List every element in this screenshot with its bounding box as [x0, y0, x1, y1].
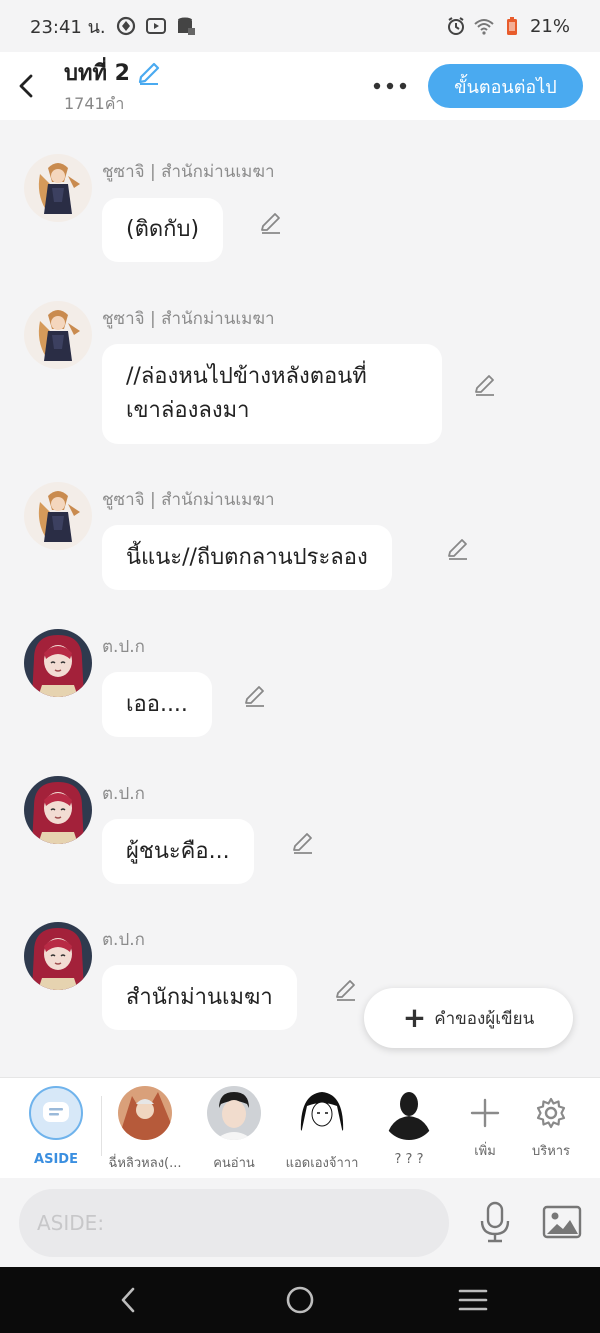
back-icon: [19, 74, 33, 98]
message-text: //ล่องหนไปข้างหลังตอนที่: [126, 364, 367, 389]
vpn-icon: [116, 16, 135, 36]
youtube-icon: [145, 18, 166, 34]
wifi-icon: [474, 19, 494, 35]
author-note-button[interactable]: + คำของผู้เขียน: [364, 988, 573, 1048]
avatar[interactable]: [24, 482, 92, 550]
mic-button[interactable]: [474, 1198, 516, 1246]
avatar[interactable]: [24, 776, 92, 844]
more-icon: [373, 82, 407, 90]
manage-button[interactable]: บริหาร: [506, 1086, 596, 1161]
author-note-label: คำของผู้เขียน: [434, 1008, 535, 1029]
status-left: 23:41 น.: [30, 12, 196, 41]
character-label: แอดเองจ้าาา: [285, 1156, 359, 1171]
character-avatar: [118, 1086, 172, 1140]
nav-home-icon: [286, 1286, 314, 1314]
next-step-button[interactable]: ขั้นตอนต่อไป: [428, 64, 583, 108]
battery-percent: 21%: [529, 15, 570, 37]
character-avatar: [295, 1086, 349, 1140]
plus-icon: [470, 1098, 500, 1128]
status-right: 21%: [446, 16, 570, 37]
sender-name: ต.ป.ก: [102, 784, 145, 804]
sender-name: ต.ป.ก: [102, 930, 145, 950]
character-item[interactable]: แอดเองจ้าาา: [277, 1086, 367, 1173]
battery-icon: [506, 17, 517, 35]
avatar[interactable]: [24, 629, 92, 697]
status-bar: 23:41 น. 21%: [0, 0, 600, 52]
word-count: 1741คำ: [64, 94, 125, 113]
chat-list[interactable]: ชูซาจิ | สำนักม่านเมฆา (ติดกับ) ชูซาจิ |…: [0, 120, 600, 1077]
edit-icon[interactable]: [445, 536, 471, 562]
character-label: ? ? ?: [394, 1152, 424, 1167]
edit-icon[interactable]: [242, 683, 268, 709]
message-text: นี้แนะ//ถีบตกลานประลอง: [126, 544, 368, 570]
character-avatar: [207, 1086, 261, 1140]
image-button[interactable]: [540, 1202, 584, 1242]
edit-icon[interactable]: [472, 372, 498, 398]
gear-icon: [536, 1097, 566, 1129]
character-avatar: [382, 1086, 436, 1140]
aside-avatar: [29, 1086, 83, 1140]
gear-icon-wrap: [524, 1086, 578, 1140]
nav-home-button[interactable]: [280, 1283, 320, 1317]
storage-icon: [177, 17, 195, 35]
mic-icon: [480, 1201, 510, 1243]
plus-icon: +: [402, 1001, 427, 1034]
message-text: สำนักม่านเมฆา: [126, 984, 273, 1010]
character-item[interactable]: คนอ่าน: [189, 1086, 279, 1173]
sender-name: ชูซาจิ | สำนักม่านเมฆา: [102, 162, 275, 182]
character-label: เพิ่ม: [474, 1144, 496, 1159]
header: บทที่ 2 1741คำ ขั้นตอนต่อไป: [0, 52, 600, 120]
message-bubble[interactable]: สำนักม่านเมฆา: [102, 965, 297, 1030]
avatar[interactable]: [24, 301, 92, 369]
character-item[interactable]: ฉี่หลิวหลง(...: [100, 1086, 190, 1173]
sender-name: ต.ป.ก: [102, 637, 145, 657]
nav-back-button[interactable]: [108, 1283, 148, 1317]
input-area: [0, 1178, 600, 1267]
nav-recents-icon: [458, 1289, 488, 1311]
message-bubble[interactable]: เออ....: [102, 672, 212, 737]
character-label: คนอ่าน: [213, 1156, 255, 1171]
message-bubble[interactable]: นี้แนะ//ถีบตกลานประลอง: [102, 525, 392, 590]
image-icon: [542, 1205, 582, 1239]
sender-name: ชูซาจิ | สำนักม่านเมฆา: [102, 490, 275, 510]
message-text: (ติดกับ): [126, 217, 200, 242]
alarm-icon: [447, 17, 464, 35]
pencil-icon[interactable]: [136, 60, 162, 86]
character-bar: ASIDE ฉี่หลิวหลง(... คนอ่าน แอดเองจ้าาา …: [0, 1077, 600, 1178]
sender-name: ชูซาจิ | สำนักม่านเมฆา: [102, 309, 275, 329]
message-bubble[interactable]: //ล่องหนไปข้างหลังตอนที่ เขาล่องลงมา: [102, 344, 442, 444]
more-button[interactable]: [368, 68, 412, 104]
chapter-title[interactable]: บทที่ 2: [64, 55, 130, 90]
nav-recents-button[interactable]: [453, 1283, 493, 1317]
message-text: ผู้ชนะคือ...: [126, 838, 230, 864]
status-time: 23:41 น.: [30, 16, 106, 38]
title-row: บทที่ 2: [64, 55, 162, 90]
chat-bubble-icon: [43, 1102, 69, 1122]
character-label: บริหาร: [531, 1144, 571, 1159]
message-bubble[interactable]: ผู้ชนะคือ...: [102, 819, 254, 884]
edit-icon[interactable]: [333, 977, 359, 1003]
edit-icon[interactable]: [290, 830, 316, 856]
edit-icon[interactable]: [258, 210, 284, 236]
character-label: ฉี่หลิวหลง(...: [108, 1156, 182, 1171]
avatar[interactable]: [24, 922, 92, 990]
message-text: เออ....: [126, 691, 188, 717]
nav-back-icon: [121, 1287, 135, 1313]
message-bubble[interactable]: (ติดกับ): [102, 198, 224, 262]
navigation-bar: [0, 1267, 600, 1333]
character-aside[interactable]: ASIDE: [11, 1086, 101, 1167]
character-label: ASIDE: [34, 1152, 78, 1167]
message-input[interactable]: [19, 1189, 449, 1257]
back-button[interactable]: [0, 56, 52, 116]
add-icon-wrap: [458, 1086, 512, 1140]
title-block: บทที่ 2 1741คำ: [64, 55, 162, 117]
message-text: เขาล่องลงมา: [126, 398, 250, 423]
avatar[interactable]: [24, 154, 92, 222]
